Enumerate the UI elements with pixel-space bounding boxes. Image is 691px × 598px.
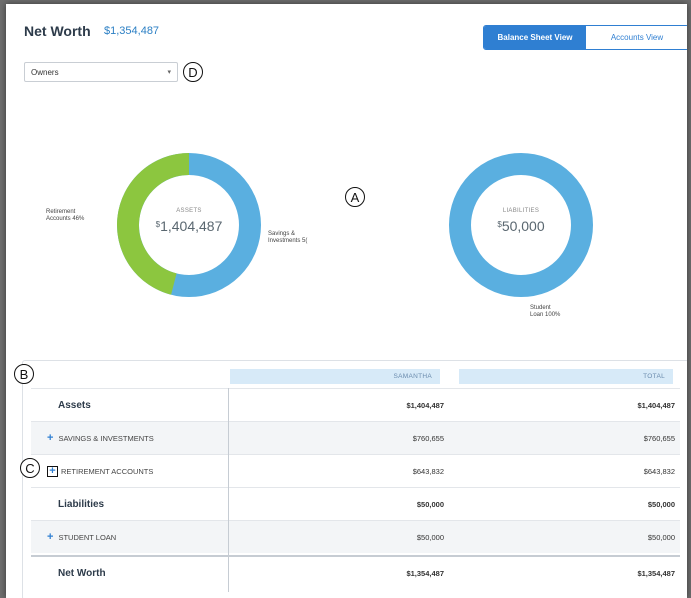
row-value-total: $50,000 bbox=[647, 499, 675, 509]
column-header-total: TOTAL bbox=[459, 369, 673, 384]
row-value-samantha: $643,832 bbox=[412, 466, 444, 476]
expand-plus-icon[interactable]: + bbox=[47, 465, 58, 477]
assets-center-value: $1,404,487 bbox=[155, 218, 223, 234]
row-value-total: $1,354,487 bbox=[637, 568, 675, 578]
row-label: RETIREMENT ACCOUNTS bbox=[61, 466, 154, 476]
row-value-samantha: $760,655 bbox=[412, 433, 444, 443]
net-worth-amount: $1,354,487 bbox=[104, 25, 160, 37]
expand-plus-icon[interactable]: + bbox=[47, 531, 53, 543]
row-value-samantha: $1,354,487 bbox=[406, 568, 444, 578]
row-label: SAVINGS & INVESTMENTS bbox=[58, 433, 154, 443]
row-label: STUDENT LOAN bbox=[58, 532, 117, 542]
marker-c: C bbox=[20, 458, 40, 478]
row-label: Net Worth bbox=[58, 567, 106, 579]
row-value-samantha: $1,404,487 bbox=[406, 400, 444, 410]
assets-center-label: ASSETS bbox=[176, 208, 202, 214]
chevron-down-icon: ▾ bbox=[167, 69, 171, 76]
balance-sheet-table: SAMANTHA TOTAL Assets $1,404,487 $1,404,… bbox=[22, 360, 687, 598]
table-row-savings-investments: + SAVINGS & INVESTMENTS $760,655 $760,655 bbox=[31, 421, 680, 454]
table-row-net-worth: Net Worth $1,354,487 $1,354,487 bbox=[31, 555, 680, 588]
liabilities-center-value: $50,000 bbox=[497, 218, 545, 234]
page-title: Net Worth bbox=[24, 23, 91, 39]
row-label: Assets bbox=[58, 399, 91, 411]
assets-center: ASSETS $1,404,487 bbox=[139, 208, 239, 234]
row-value-total: $643,832 bbox=[643, 466, 675, 476]
column-header-samantha: SAMANTHA bbox=[230, 369, 440, 384]
balance-sheet-view-button[interactable]: Balance Sheet View bbox=[484, 26, 586, 49]
row-value-total: $1,404,487 bbox=[637, 400, 675, 410]
table-row-retirement-accounts: + RETIREMENT ACCOUNTS $643,832 $643,832 bbox=[31, 454, 680, 487]
savings-investments-label: Savings & Investments 5( bbox=[268, 231, 308, 244]
accounts-view-button[interactable]: Accounts View bbox=[586, 26, 687, 49]
marker-a: A bbox=[345, 187, 365, 207]
marker-b: B bbox=[14, 364, 34, 384]
liabilities-center-label: LIABILITIES bbox=[502, 208, 540, 214]
row-value-total: $760,655 bbox=[643, 433, 675, 443]
view-toggle: Balance Sheet View Accounts View bbox=[483, 25, 687, 50]
owners-select-value: Owners bbox=[31, 67, 59, 77]
column-divider bbox=[228, 388, 229, 592]
liabilities-center: LIABILITIES $50,000 bbox=[471, 208, 571, 234]
expand-plus-icon[interactable]: + bbox=[47, 432, 53, 444]
table-row-assets: Assets $1,404,487 $1,404,487 bbox=[31, 388, 680, 421]
row-value-total: $50,000 bbox=[647, 532, 675, 542]
student-loan-label: Student Loan 100% bbox=[530, 305, 561, 318]
row-value-samantha: $50,000 bbox=[416, 499, 444, 509]
row-value-samantha: $50,000 bbox=[416, 532, 444, 542]
retirement-accounts-label: Retirement Accounts 46% bbox=[46, 209, 85, 222]
table-row-student-loan: + STUDENT LOAN $50,000 $50,000 bbox=[31, 520, 680, 553]
marker-d: D bbox=[183, 62, 203, 82]
owners-select[interactable]: Owners ▾ bbox=[24, 62, 178, 82]
table-row-liabilities: Liabilities $50,000 $50,000 bbox=[31, 487, 680, 520]
net-worth-panel: Net Worth $1,354,487 Balance Sheet View … bbox=[6, 4, 687, 598]
row-label: Liabilities bbox=[58, 498, 105, 510]
